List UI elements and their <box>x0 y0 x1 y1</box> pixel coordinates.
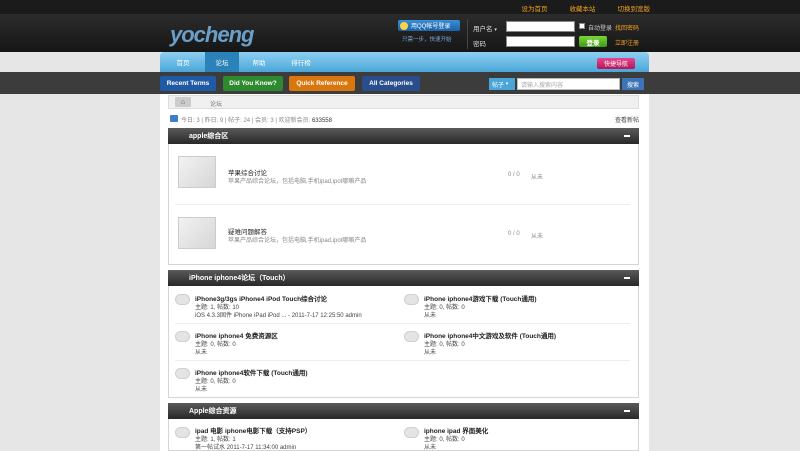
qq-icon <box>400 21 408 30</box>
forum-desc: 苹果产品综合论坛，包括电脑,手机ipad,ipot哪嘛产品 <box>228 179 367 185</box>
forum-last-post[interactable]: 第一帖试水 2011-7-17 11:34:00 admin <box>195 442 296 451</box>
breadcrumb-current[interactable]: 论坛 <box>210 99 222 108</box>
row-divider <box>175 323 630 324</box>
qq-hint: 只需一步，快速开始 <box>402 37 452 43</box>
forum-bubble-icon <box>175 294 190 305</box>
quick-reference-button[interactable]: Quick Reference <box>289 76 355 91</box>
collapse-icon[interactable] <box>624 135 630 137</box>
forum-last-post[interactable]: iOS 4.3.3固件 iPhone iPad iPod ... - 2011-… <box>195 310 362 319</box>
forum-last-post: 从未 <box>195 387 208 393</box>
set-homepage-link[interactable]: 设为首页 <box>522 3 548 13</box>
home-icon[interactable]: ⌂ <box>175 97 191 107</box>
forum-bubble-icon <box>175 368 190 379</box>
site-logo[interactable]: yocheng <box>170 22 254 48</box>
forum-last-post: 从未 <box>531 234 544 240</box>
wide-mode-link[interactable]: 切换到宽版 <box>618 3 651 13</box>
auto-login-checkbox[interactable] <box>579 23 585 29</box>
nav-home[interactable]: 首页 <box>168 52 198 72</box>
password-input[interactable] <box>506 36 575 47</box>
forum-bubble-icon <box>175 427 190 438</box>
username-label: 用户名 ▾ <box>473 26 497 33</box>
search-scope-select[interactable]: 帖子 ▾ <box>489 78 515 90</box>
forum-bubble-icon <box>404 331 419 342</box>
bookmark-link[interactable]: 收藏本站 <box>570 3 596 13</box>
nav-help[interactable]: 帮助 <box>244 52 274 72</box>
collapse-icon[interactable] <box>624 277 630 279</box>
forum-last-post: 从未 <box>531 175 544 181</box>
row-divider <box>175 204 630 205</box>
section-header[interactable]: apple综合区 <box>168 128 639 144</box>
recent-terms-button[interactable]: Recent Terms <box>160 76 216 91</box>
auto-login-label: 自动登录 <box>588 26 613 32</box>
section-header[interactable]: Apple综合资源 <box>168 403 639 419</box>
forum-last-post: 从未 <box>195 350 208 356</box>
header-divider <box>467 19 468 49</box>
forum-count: 0 / 0 <box>508 231 520 237</box>
forum-icon[interactable] <box>178 217 216 249</box>
quick-nav-button[interactable]: 快捷导航 <box>597 58 635 69</box>
qq-login-button[interactable]: 用QQ帐号登录 <box>398 20 460 31</box>
view-new-posts-link[interactable]: 查看新帖 <box>615 115 639 124</box>
search-input[interactable]: 请输入搜索内容 <box>517 78 620 90</box>
stats-icon <box>170 115 178 122</box>
all-categories-button[interactable]: All Categories <box>362 76 420 91</box>
breadcrumb <box>168 95 639 109</box>
register-link[interactable]: 立即注册 <box>615 38 639 47</box>
collapse-icon[interactable] <box>624 410 630 412</box>
new-member-link[interactable]: 633558 <box>312 118 332 124</box>
chevron-down-icon: ▾ <box>505 81 509 87</box>
nav-ranking[interactable]: 排行榜 <box>284 52 318 72</box>
forum-last-post: 从未 <box>424 313 437 319</box>
forum-bubble-icon <box>404 294 419 305</box>
nav-forum[interactable]: 论坛 <box>205 52 239 72</box>
forum-bubble-icon <box>404 427 419 438</box>
top-strip <box>0 0 800 14</box>
row-divider <box>175 360 630 361</box>
section-apple <box>168 128 639 265</box>
forum-last-post: 从未 <box>424 350 437 356</box>
password-label: 密码 <box>473 41 486 48</box>
forum-stats: 今日: 3 | 昨日: 9 | 帖子: 24 | 会员: 3 | 欢迎新会员: … <box>181 118 332 124</box>
username-input[interactable] <box>506 21 575 32</box>
section-header[interactable]: iPhone iphone4论坛（Touch） <box>168 270 639 286</box>
login-button[interactable]: 登录 <box>579 36 607 47</box>
qq-login-label: 用QQ帐号登录 <box>411 24 451 30</box>
search-button[interactable]: 搜索 <box>622 78 644 90</box>
forum-icon[interactable] <box>178 156 216 188</box>
did-you-know-button[interactable]: Did You Know? <box>223 76 283 91</box>
forgot-password-link[interactable]: 找回密码 <box>615 23 639 32</box>
forum-count: 0 / 0 <box>508 172 520 178</box>
forum-bubble-icon <box>175 331 190 342</box>
forum-last-post: 从未 <box>424 445 437 451</box>
forum-desc: 苹果产品综合论坛，包括电脑,手机ipad,ipot哪嘛产品 <box>228 238 367 244</box>
top-links: 设为首页 收藏本站 切换到宽版 <box>522 3 651 13</box>
